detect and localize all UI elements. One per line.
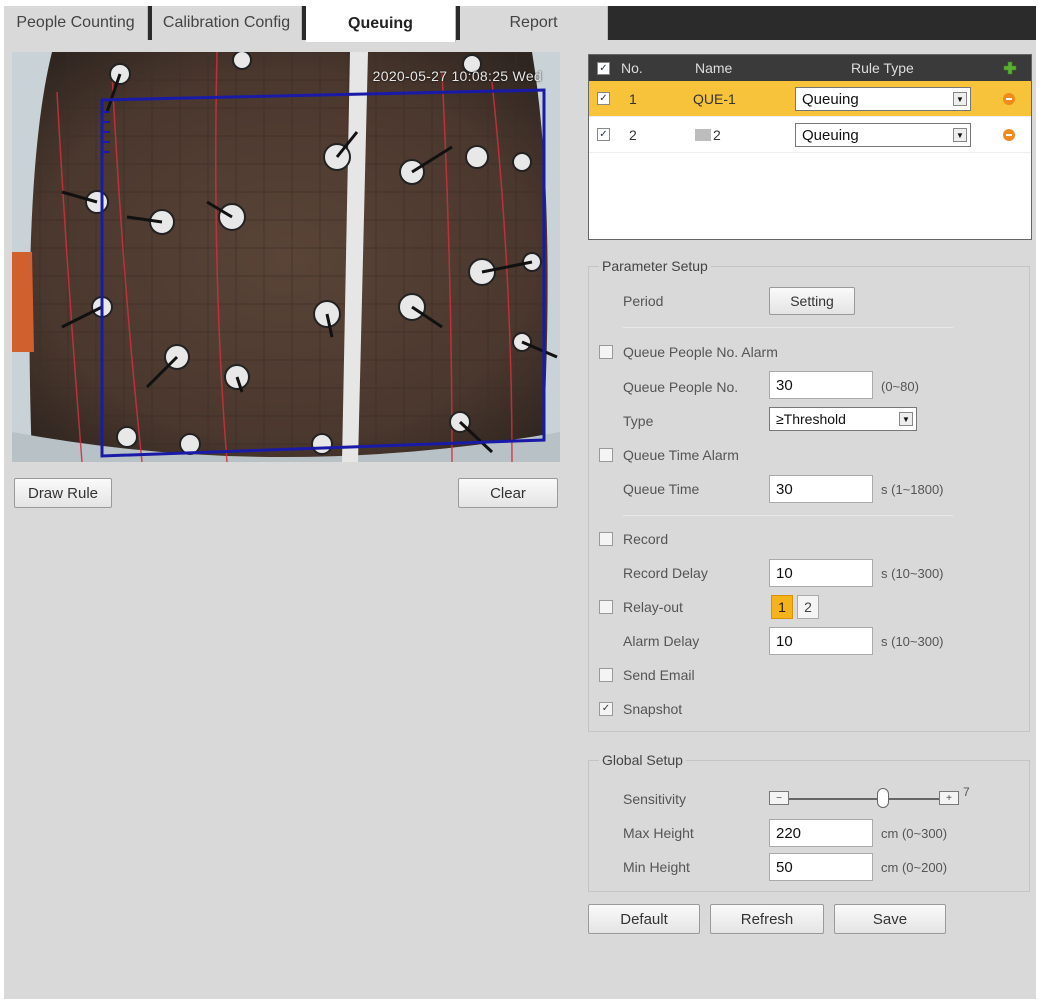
tab-bar: People Counting Calibration Config Queui… xyxy=(4,6,1036,42)
queue-time-alarm-label: Queue Time Alarm xyxy=(623,447,739,463)
queue-people-no-input[interactable]: 30 xyxy=(769,371,873,399)
global-setup-group: Global Setup Sensitivity − + 7 Max Heigh… xyxy=(588,752,1030,892)
period-label: Period xyxy=(623,293,664,309)
min-height-label: Min Height xyxy=(623,859,690,875)
redacted-text xyxy=(695,128,711,141)
relay-out-label: Relay-out xyxy=(623,599,683,615)
global-setup-legend: Global Setup xyxy=(599,752,686,768)
queue-people-alarm-checkbox[interactable] xyxy=(599,345,613,359)
parameter-setup-legend: Parameter Setup xyxy=(599,258,711,274)
sensitivity-value: 7 xyxy=(963,785,970,799)
tab-people-counting[interactable]: People Counting xyxy=(4,6,148,40)
min-height-input[interactable]: 50 xyxy=(769,853,873,881)
max-height-label: Max Height xyxy=(623,825,694,841)
snapshot-checkbox[interactable]: ✓ xyxy=(599,702,613,716)
record-delay-label: Record Delay xyxy=(623,565,708,581)
rule-no: 1 xyxy=(629,90,637,107)
queuing-config-page: People Counting Calibration Config Queui… xyxy=(4,6,1036,999)
rule-row[interactable]: ✓ 2 2 Queuing ▼ xyxy=(589,117,1031,153)
alarm-delay-input[interactable]: 10 xyxy=(769,627,873,655)
relay-1-button[interactable]: 1 xyxy=(771,595,793,619)
tab-report[interactable]: Report xyxy=(460,6,608,40)
sensitivity-increase-button[interactable]: + xyxy=(939,791,959,805)
send-email-checkbox[interactable] xyxy=(599,668,613,682)
chevron-down-icon: ▼ xyxy=(899,412,913,426)
refresh-button[interactable]: Refresh xyxy=(710,904,824,934)
header-name: Name xyxy=(695,60,733,76)
queue-time-label: Queue Time xyxy=(623,481,700,497)
type-label: Type xyxy=(623,413,654,429)
save-button[interactable]: Save xyxy=(834,904,946,934)
queue-people-no-label: Queue People No. xyxy=(623,379,739,395)
queue-people-no-hint: (0~80) xyxy=(881,379,919,394)
rule-checkbox[interactable]: ✓ xyxy=(597,92,610,105)
add-rule-icon[interactable] xyxy=(1003,55,1017,81)
relay-out-checkbox[interactable] xyxy=(599,600,613,614)
queue-time-alarm-checkbox[interactable] xyxy=(599,448,613,462)
alarm-delay-hint: s (10~300) xyxy=(881,634,944,649)
parameter-setup-group: Parameter Setup Period Setting Queue Peo… xyxy=(588,258,1030,732)
select-all-checkbox[interactable]: ✓ xyxy=(597,61,610,75)
draw-rule-button[interactable]: Draw Rule xyxy=(14,478,112,508)
rule-checkbox[interactable]: ✓ xyxy=(597,128,610,141)
send-email-label: Send Email xyxy=(623,667,695,683)
min-height-hint: cm (0~200) xyxy=(881,860,948,875)
sensitivity-decrease-button[interactable]: − xyxy=(769,791,789,805)
video-preview[interactable]: 2020-05-27 10:08:25 Wed xyxy=(12,52,560,462)
sensitivity-label: Sensitivity xyxy=(623,791,687,807)
record-label: Record xyxy=(623,531,669,547)
fisheye-floor-image xyxy=(12,52,560,462)
remove-rule-icon[interactable] xyxy=(1003,128,1015,141)
remove-rule-icon[interactable] xyxy=(1003,92,1015,105)
tab-queuing[interactable]: Queuing xyxy=(306,6,456,42)
max-height-input[interactable]: 220 xyxy=(769,819,873,847)
chevron-down-icon: ▼ xyxy=(953,92,967,106)
queue-people-alarm-label: Queue People No. Alarm xyxy=(623,344,778,360)
rule-table: ✓ No. Name Rule Type ✓ 1 QUE-1 Queuing ▼… xyxy=(588,54,1032,240)
max-height-hint: cm (0~300) xyxy=(881,826,948,841)
rule-name[interactable]: QUE-1 xyxy=(693,81,736,116)
rule-row[interactable]: ✓ 1 QUE-1 Queuing ▼ xyxy=(589,81,1031,117)
default-button[interactable]: Default xyxy=(588,904,700,934)
type-select[interactable]: ≥Threshold ▼ xyxy=(769,407,917,431)
rule-table-header: ✓ No. Name Rule Type xyxy=(589,55,1031,81)
rule-type-select[interactable]: Queuing ▼ xyxy=(795,123,971,147)
rule-no: 2 xyxy=(629,126,637,143)
relay-2-button[interactable]: 2 xyxy=(797,595,819,619)
record-checkbox[interactable] xyxy=(599,532,613,546)
rule-name[interactable]: 2 xyxy=(695,117,721,152)
alarm-delay-label: Alarm Delay xyxy=(623,633,700,649)
tab-calibration-config[interactable]: Calibration Config xyxy=(152,6,302,40)
header-no: No. xyxy=(621,60,643,76)
record-delay-hint: s (10~300) xyxy=(881,566,944,581)
record-delay-input[interactable]: 10 xyxy=(769,559,873,587)
timestamp-osd: 2020-05-27 10:08:25 Wed xyxy=(372,68,542,84)
queue-time-hint: s (1~1800) xyxy=(881,482,944,497)
sensitivity-slider-thumb[interactable] xyxy=(877,788,889,808)
clear-button[interactable]: Clear xyxy=(458,478,558,508)
sensitivity-slider-track[interactable] xyxy=(789,798,939,800)
chevron-down-icon: ▼ xyxy=(953,128,967,142)
period-setting-button[interactable]: Setting xyxy=(769,287,855,315)
rule-type-select[interactable]: Queuing ▼ xyxy=(795,87,971,111)
header-rule-type: Rule Type xyxy=(851,60,914,76)
snapshot-label: Snapshot xyxy=(623,701,683,717)
queue-time-input[interactable]: 30 xyxy=(769,475,873,503)
